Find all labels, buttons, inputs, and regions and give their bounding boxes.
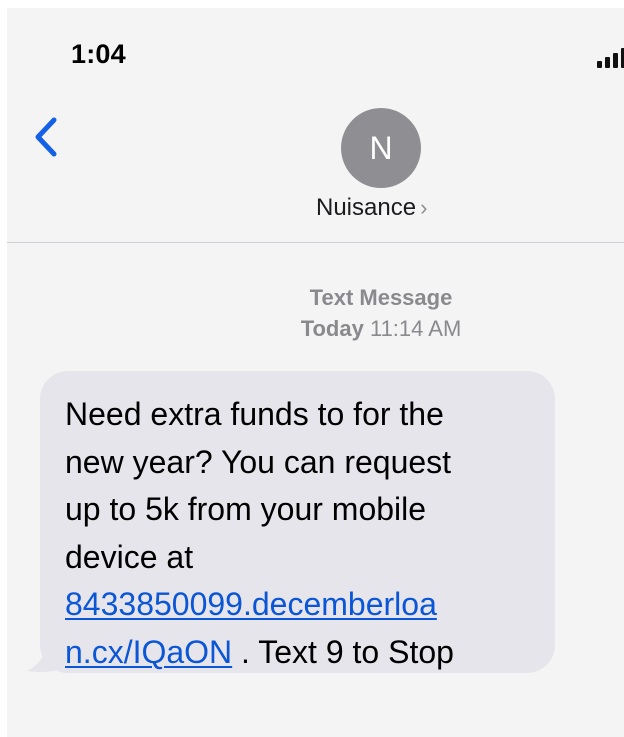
conversation-header: 1:04 N Nuisance › [7,8,624,243]
message-timestamp: Text Message Today 11:14 AM [257,282,505,344]
message-stop-text: . Text 9 to Stop [232,633,454,670]
contact-name: Nuisance [316,194,417,221]
messages-screen: 1:04 N Nuisance › Text Message Today 11:1… [7,8,624,737]
chevron-right-icon: › [420,195,428,220]
message-link[interactable]: n.cx/IQaON [65,634,232,670]
message-line: up to 5k from your mobile [65,491,427,527]
message-line: new year? You can request [65,443,452,480]
message-line: device at [65,538,194,575]
message-link[interactable]: 8433850099.decemberloa [65,586,437,622]
date-time-label: Today 11:14 AM [257,313,505,344]
contact-name-button[interactable]: Nuisance › [316,194,427,222]
chevron-left-icon [35,117,57,157]
time-label: 11:14 AM [369,316,462,341]
date-label: Today [300,316,364,341]
service-label: Text Message [309,285,453,310]
back-button[interactable] [27,112,67,162]
contact-avatar[interactable]: N [341,108,421,188]
message-line: Need extra funds to for the [65,396,444,432]
status-time: 1:04 [71,39,126,69]
incoming-message-bubble[interactable]: Need extra funds to for the new year? Yo… [40,371,555,673]
cellular-signal-icon [597,48,624,68]
